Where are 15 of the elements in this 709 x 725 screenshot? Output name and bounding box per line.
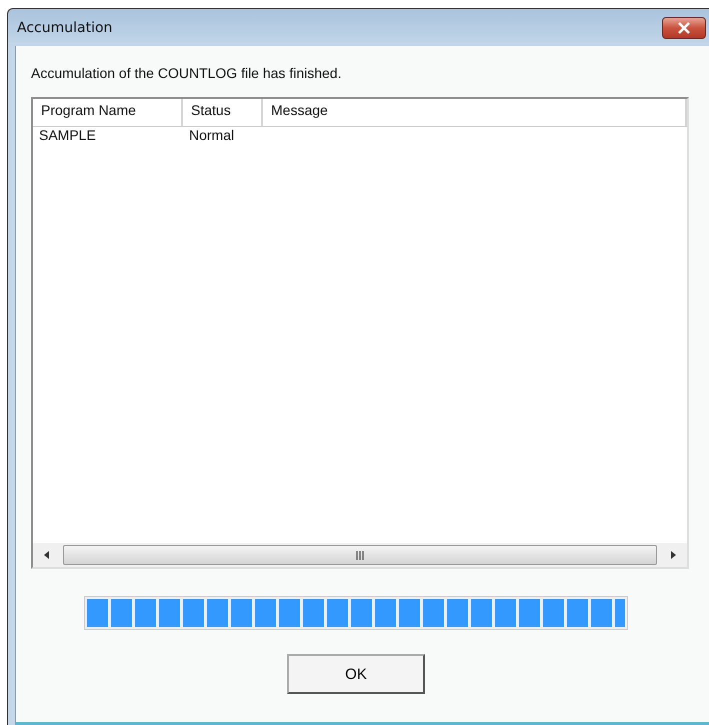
column-header[interactable]: Program Name (33, 99, 183, 126)
table-cell-text: Normal (188, 127, 236, 145)
column-header[interactable]: Message (263, 99, 687, 126)
status-message: Accumulation of the COUNTLOG file has finished. (31, 65, 342, 83)
column-header[interactable]: Status (183, 99, 263, 126)
close-button[interactable] (662, 16, 706, 38)
horizontal-scrollbar[interactable] (33, 543, 687, 567)
close-icon (677, 22, 691, 34)
ok-button[interactable]: OK (287, 654, 425, 694)
window-title: Accumulation (17, 20, 112, 36)
scroll-right-icon[interactable] (669, 550, 677, 560)
scrollbar-thumb[interactable] (63, 545, 657, 565)
scroll-left-icon[interactable] (43, 550, 51, 560)
grip-icon (355, 550, 365, 560)
table-cell-text: SAMPLE (38, 127, 97, 145)
